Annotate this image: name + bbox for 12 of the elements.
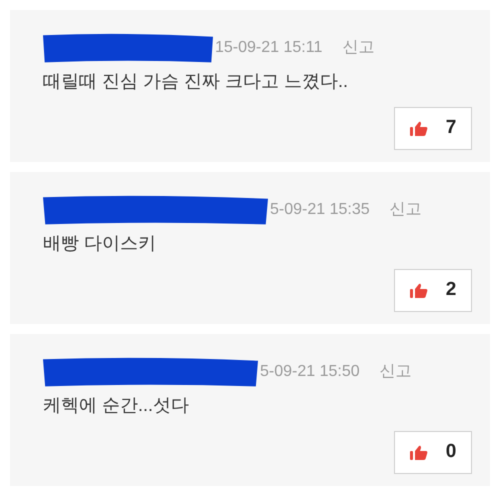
like-button[interactable]: 2 (394, 269, 472, 312)
like-button[interactable]: 0 (394, 431, 472, 474)
thumbs-up-icon (410, 444, 428, 460)
comment-timestamp: 15-09-21 15:11 (215, 38, 322, 58)
comment-text: 때릴때 진심 가슴 진짜 크다고 느꼈다.. (43, 70, 350, 93)
thumbs-up-icon (410, 282, 428, 298)
comment-text: 케헥에 순간...섯다 (43, 394, 190, 417)
comment-timestamp: 5-09-21 15:35 (270, 200, 370, 220)
like-button[interactable]: 7 (394, 107, 472, 150)
thumbs-up-icon (410, 120, 428, 136)
comment-timestamp: 5-09-21 15:50 (260, 362, 360, 382)
comment-text: 배빵 다이스키 (43, 232, 158, 255)
